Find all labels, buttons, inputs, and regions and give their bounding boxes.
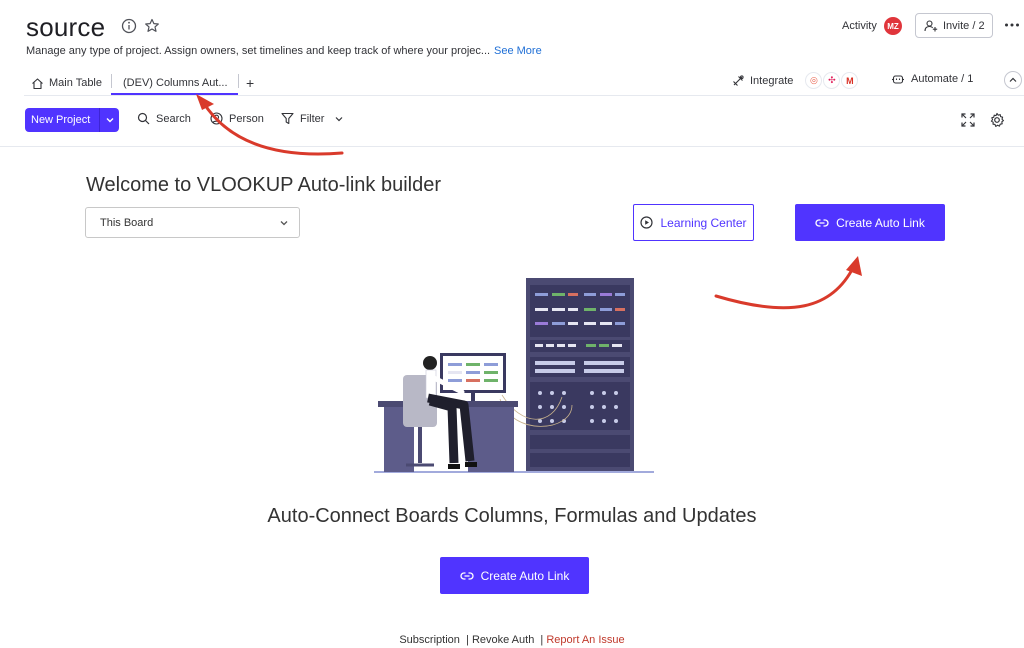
- info-icon[interactable]: [120, 17, 138, 35]
- integrate-label: Integrate: [750, 74, 794, 87]
- filter-icon: [281, 112, 294, 125]
- person-label: Person: [229, 112, 264, 125]
- invite-label: Invite / 2: [943, 19, 985, 32]
- filter-label: Filter: [300, 112, 325, 125]
- footer-separator: |: [537, 634, 547, 646]
- settings-gear-icon[interactable]: [989, 112, 1005, 128]
- play-circle-icon: [640, 216, 654, 229]
- tab-columns-auto-link-label: (DEV) Columns Aut...: [123, 77, 228, 89]
- collapse-header-button[interactable]: [1004, 71, 1022, 89]
- integrate-icon: [733, 74, 744, 86]
- toolbar-divider: [0, 146, 1024, 147]
- link-icon: [815, 218, 829, 227]
- activity-button[interactable]: Activity: [842, 20, 877, 32]
- invite-button[interactable]: Invite / 2: [915, 13, 993, 38]
- chevron-down-icon: [280, 221, 288, 226]
- footer-links: Subscription | Revoke Auth | Report An I…: [0, 634, 1024, 646]
- tab-divider: [238, 74, 239, 88]
- tab-main-table[interactable]: Main Table: [31, 71, 102, 95]
- tagline: Auto-Connect Boards Columns, Formulas an…: [267, 505, 757, 527]
- annotation-arrowhead-tab: [196, 94, 214, 110]
- fullscreen-icon[interactable]: [960, 112, 976, 128]
- integration-logo-icon: ◎: [805, 72, 823, 89]
- chevron-up-icon: [1009, 77, 1017, 82]
- create-auto-link-label: Create Auto Link: [836, 215, 925, 230]
- person-icon: [210, 112, 223, 125]
- slack-logo-icon: ✣: [823, 72, 841, 89]
- more-options-icon[interactable]: [1003, 16, 1021, 34]
- add-person-icon: [924, 19, 938, 31]
- see-more-link[interactable]: See More: [494, 45, 542, 57]
- tab-divider: [111, 74, 112, 88]
- welcome-heading: Welcome to VLOOKUP Auto-link builder: [86, 174, 441, 196]
- report-issue-link[interactable]: Report An Issue: [546, 634, 624, 646]
- avatar[interactable]: MZ: [884, 17, 902, 35]
- automate-label: Automate / 1: [911, 73, 974, 85]
- chevron-down-icon: [336, 116, 343, 121]
- person-filter-button[interactable]: Person: [210, 112, 264, 125]
- annotation-arrowhead-button: [846, 256, 862, 276]
- chevron-down-icon: [106, 118, 113, 123]
- tab-columns-auto-link[interactable]: (DEV) Columns Aut...: [123, 71, 228, 95]
- board-select[interactable]: This Board: [85, 207, 300, 238]
- annotation-arrow-button: [714, 264, 856, 310]
- tabs-divider: [24, 95, 1024, 96]
- add-view-label: +: [246, 75, 255, 91]
- add-view-button[interactable]: +: [246, 71, 254, 95]
- server-desk-illustration: [374, 278, 654, 473]
- board-select-value: This Board: [100, 216, 154, 229]
- learning-center-label: Learning Center: [660, 215, 747, 230]
- search-button[interactable]: Search: [137, 112, 191, 125]
- create-auto-link-bottom-button[interactable]: Create Auto Link: [440, 557, 589, 594]
- subscription-link[interactable]: Subscription: [399, 634, 460, 646]
- integrate-button[interactable]: Integrate ◎ ✣ M: [731, 72, 859, 89]
- board-description: Manage any type of project. Assign owner…: [26, 45, 491, 57]
- search-icon: [137, 112, 150, 125]
- home-icon: [32, 77, 43, 89]
- new-project-label: New Project: [31, 114, 91, 126]
- filter-button[interactable]: Filter: [281, 112, 344, 125]
- automate-button[interactable]: Automate / 1: [891, 72, 973, 86]
- gmail-logo-icon: M: [841, 72, 859, 89]
- create-auto-link-button[interactable]: Create Auto Link: [795, 204, 945, 241]
- new-project-button[interactable]: New Project: [25, 108, 119, 132]
- robot-icon: [892, 75, 904, 84]
- create-auto-link-bottom-label: Create Auto Link: [480, 568, 570, 583]
- board-title[interactable]: source: [26, 12, 105, 43]
- search-label: Search: [156, 112, 191, 125]
- link-icon: [460, 571, 474, 580]
- tab-main-table-label: Main Table: [49, 77, 102, 89]
- new-project-dropdown[interactable]: [99, 108, 119, 132]
- revoke-auth-link[interactable]: Revoke Auth: [472, 634, 534, 646]
- footer-separator: |: [462, 634, 472, 646]
- learning-center-button[interactable]: Learning Center: [633, 204, 754, 241]
- star-icon[interactable]: [143, 17, 161, 35]
